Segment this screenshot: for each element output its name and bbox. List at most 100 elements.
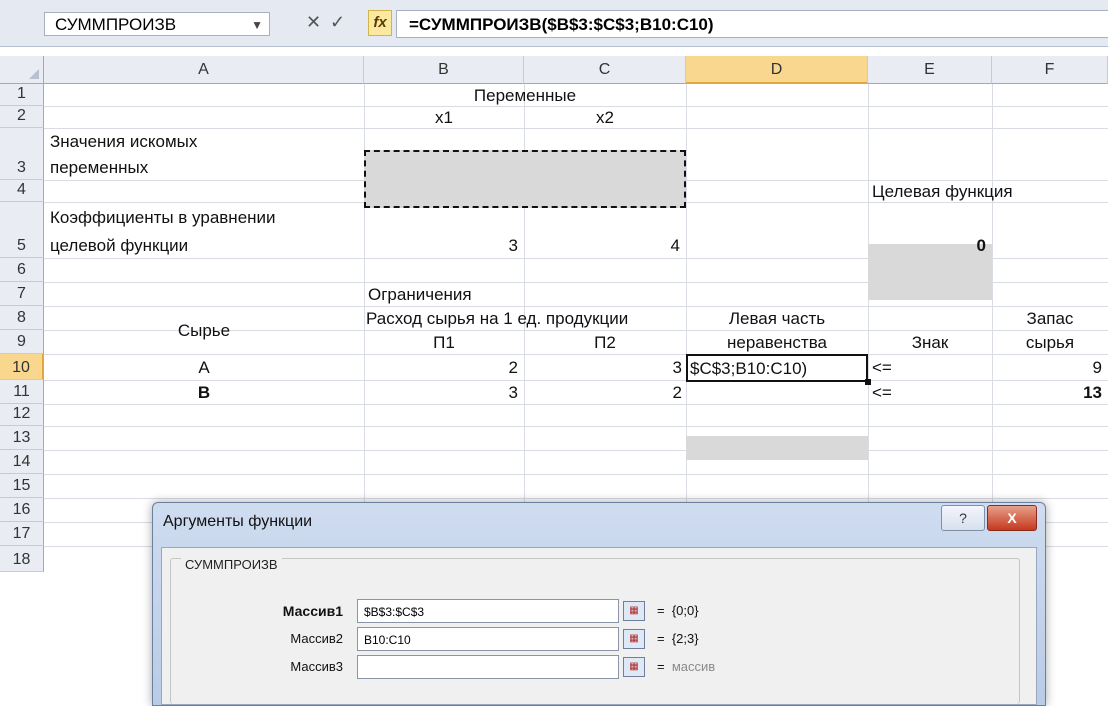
name-box-dropdown-icon[interactable]: ▼ [251,13,263,37]
cell-e11[interactable]: <= [872,383,892,403]
column-header-c[interactable]: C [524,56,686,84]
arg3-collapse-icon[interactable]: ▦ [623,657,645,677]
cell-e5[interactable]: 0 [868,236,986,256]
active-cell-d10[interactable]: $C$3;B10:C10) [686,354,871,385]
arg1-collapse-icon[interactable]: ▦ [623,601,645,621]
arg2-collapse-icon[interactable]: ▦ [623,629,645,649]
row-header-17[interactable]: 17 [0,522,44,546]
row-header-4[interactable]: 4 [0,180,44,202]
grid-line [44,354,1108,355]
arg1-input[interactable]: $B$3:$C$3 [357,599,619,623]
d11-cell-shade [686,436,868,460]
row-header-15[interactable]: 15 [0,474,44,498]
row-number: 4 [17,181,26,198]
cell-a10[interactable]: A [44,358,364,378]
cancel-icon[interactable]: ✕ [306,12,321,33]
cell-a5-line1[interactable]: Коэффициенты в уравнении [50,208,276,228]
row-header-7[interactable]: 7 [0,282,44,306]
cell-e9[interactable]: Знак [868,333,992,353]
row-header-16[interactable]: 16 [0,498,44,522]
cell-f9[interactable]: сырья [992,333,1108,353]
cell-e4[interactable]: Целевая функция [872,182,1013,202]
row-number: 9 [17,333,26,350]
cell-f11[interactable]: 13 [992,383,1102,403]
row-header-3[interactable]: 3 [0,128,44,180]
cell-c11[interactable]: 2 [524,383,682,403]
name-box[interactable]: СУММПРОИЗВ ▼ [44,12,270,36]
arg1-result-value: {0;0} [671,603,699,618]
equals-sign: = [657,603,665,618]
row-header-9[interactable]: 9 [0,330,44,354]
equals-sign: = [657,631,665,646]
cell-e10[interactable]: <= [872,358,892,378]
enter-icon[interactable]: ✓ [330,12,345,33]
cell-b1[interactable]: Переменные [364,86,686,106]
arg3-input[interactable] [357,655,619,679]
grid-line [44,306,1108,307]
row-header-10[interactable]: 10 [0,354,44,380]
row-number: 10 [12,359,30,376]
cell-c9[interactable]: П2 [524,333,686,353]
cell-d10-edit-text: $C$3;B10:C10) [690,359,808,378]
function-arguments-dialog[interactable]: Аргументы функции ? X СУММПРОИЗВ Массив1… [152,502,1046,706]
cell-a3-line2[interactable]: переменных [50,158,148,178]
column-header-f[interactable]: F [992,56,1108,84]
row-header-13[interactable]: 13 [0,426,44,450]
row-number: 1 [17,85,26,102]
row-number: 2 [17,107,26,124]
function-group: СУММПРОИЗВ Массив1 $B$3:$C$3 ▦ = {0;0} М… [170,557,1020,704]
cell-a3-line1[interactable]: Значения искомых [50,132,197,152]
row-number: 15 [12,477,31,494]
insert-function-button[interactable]: fx [368,10,392,36]
cell-b8[interactable]: Расход сырья на 1 ед. продукции [366,309,628,329]
formula-input[interactable]: =СУММПРОИЗВ($B$3:$C$3;B10:C10) [396,10,1108,38]
row-header-12[interactable]: 12 [0,404,44,426]
grid-line [44,404,1108,405]
cell-b11[interactable]: 3 [364,383,518,403]
cell-a5-line2[interactable]: целевой функции [50,236,188,256]
cell-f10[interactable]: 9 [992,358,1102,378]
row-header-14[interactable]: 14 [0,450,44,474]
row-header-8[interactable]: 8 [0,306,44,330]
cell-b10[interactable]: 2 [364,358,518,378]
row-number: 6 [17,261,26,278]
row-header-18[interactable]: 18 [0,546,44,572]
select-all-button[interactable] [0,56,44,84]
dialog-body: СУММПРОИЗВ Массив1 $B$3:$C$3 ▦ = {0;0} М… [161,547,1037,705]
cell-d9[interactable]: неравенства [686,333,868,353]
name-box-value: СУММПРОИЗВ [55,15,177,34]
grid-line [44,106,1108,107]
marching-ants-range [364,150,686,208]
cell-c2[interactable]: x2 [524,108,686,128]
cell-b7[interactable]: Ограничения [368,285,472,305]
row-header-11[interactable]: 11 [0,380,44,404]
cell-b5[interactable]: 3 [364,236,518,256]
cell-c10[interactable]: 3 [524,358,682,378]
arg1-result: = {0;0} [657,603,699,618]
grid-line [44,128,1108,129]
column-header-a[interactable]: A [44,56,364,84]
row-header-2[interactable]: 2 [0,106,44,128]
row-number: 3 [17,159,26,176]
cell-c5[interactable]: 4 [524,236,680,256]
arg2-label: Массив2 [290,631,343,646]
column-header-d[interactable]: D [686,56,868,84]
cell-b9[interactable]: П1 [364,333,524,353]
row-number: 13 [12,429,31,446]
help-button[interactable]: ? [941,505,985,531]
cell-f8[interactable]: Запас [992,309,1108,329]
cell-d8[interactable]: Левая часть [686,309,868,329]
cell-a11[interactable]: B [44,383,364,403]
column-header-b[interactable]: B [364,56,524,84]
arg3-result-value: массив [671,659,716,674]
cell-a8[interactable]: Сырье [44,321,364,341]
row-header-1[interactable]: 1 [0,84,44,106]
row-number: 11 [13,383,30,400]
close-button[interactable]: X [987,505,1037,531]
row-number: 12 [12,405,31,422]
cell-b2[interactable]: x1 [364,108,524,128]
row-header-6[interactable]: 6 [0,258,44,282]
row-header-5[interactable]: 5 [0,202,44,258]
arg2-input[interactable]: B10:C10 [357,627,619,651]
column-header-e[interactable]: E [868,56,992,84]
